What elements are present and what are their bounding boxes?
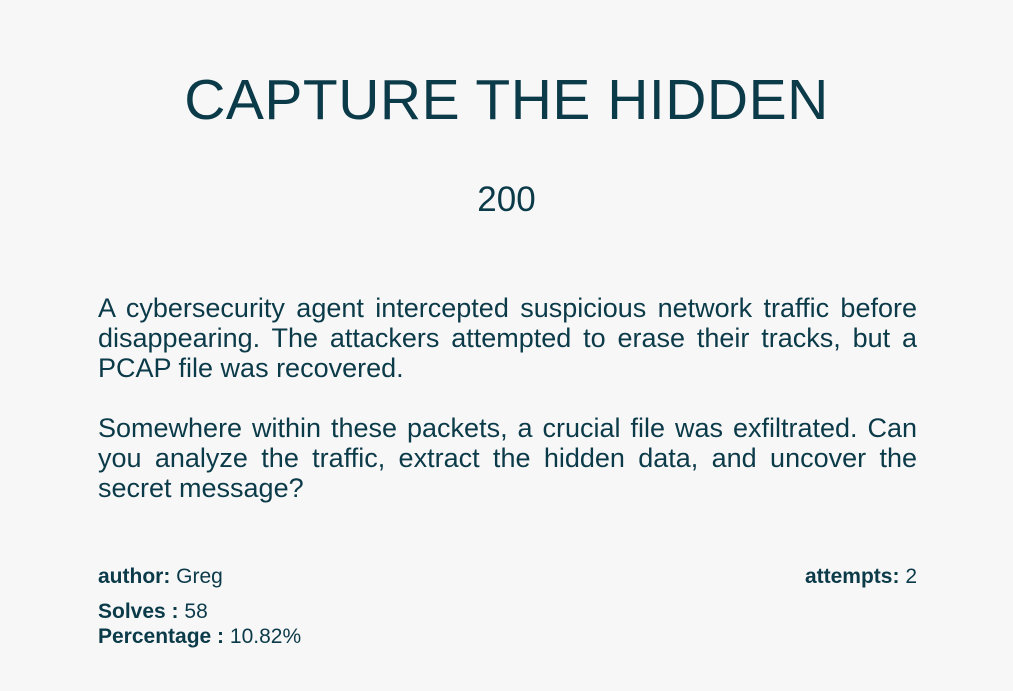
challenge-points: 200 — [477, 180, 536, 219]
author-info: author: Greg — [98, 565, 223, 588]
author-value: Greg — [176, 565, 223, 588]
solves-info: Solves : 58 — [98, 600, 917, 624]
challenge-description: A cybersecurity agent intercepted suspic… — [98, 293, 917, 503]
description-paragraph-2: Somewhere within these packets, a crucia… — [98, 413, 917, 503]
attempts-label: attempts: — [804, 565, 900, 588]
challenge-title: CAPTURE THE HIDDEN — [184, 68, 829, 132]
attempts-info: attempts: 2 — [805, 565, 917, 589]
solves-label: Solves : — [98, 600, 179, 623]
attempts-value: 2 — [905, 565, 917, 588]
meta-row-author: author: Greg attempts: 2 — [98, 565, 917, 589]
percentage-label: Percentage : — [98, 625, 225, 648]
solves-value: 58 — [184, 600, 208, 623]
description-paragraph-1: A cybersecurity agent intercepted suspic… — [98, 293, 917, 383]
percentage-value: 10.82% — [229, 625, 302, 648]
author-label: author: — [98, 565, 171, 588]
percentage-info: Percentage : 10.82% — [98, 625, 917, 649]
challenge-page: CAPTURE THE HIDDEN 200 A cybersecurity a… — [0, 0, 1013, 691]
